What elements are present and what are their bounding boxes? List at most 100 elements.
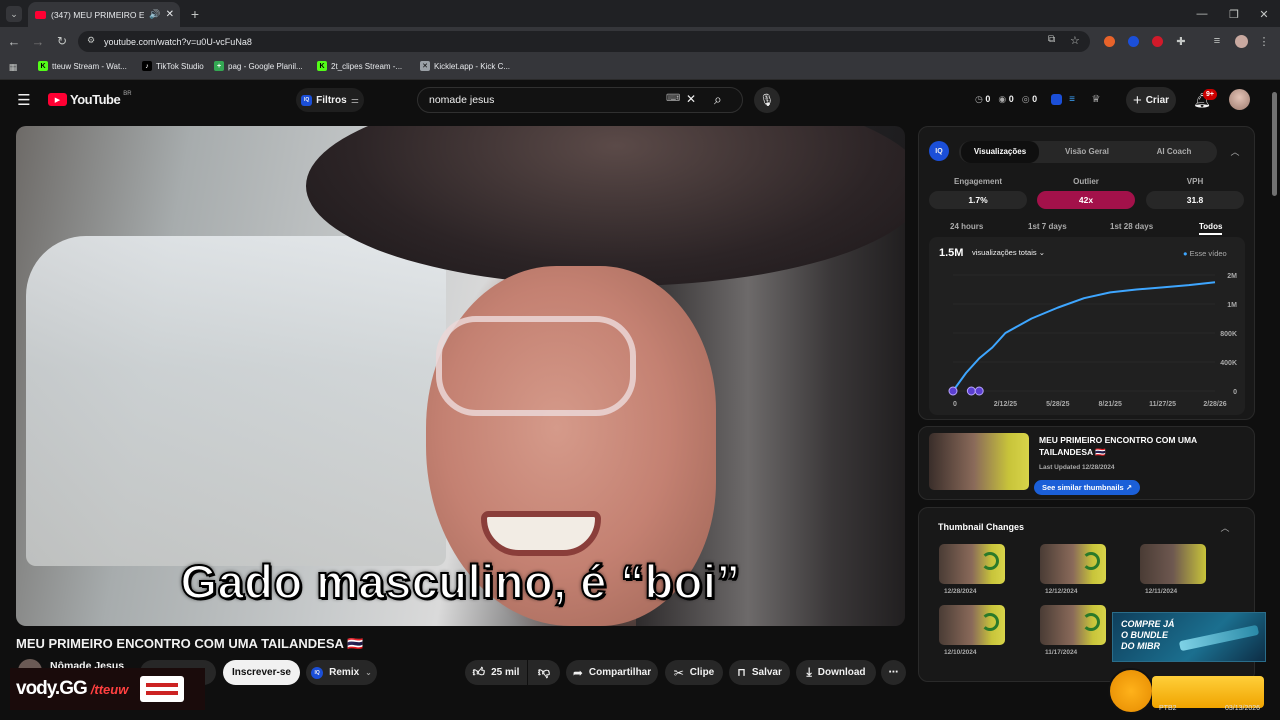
- video-player[interactable]: Gado masculino, é “boi”: [16, 126, 905, 626]
- rifle-graphic-icon: [1178, 624, 1260, 652]
- remix-button[interactable]: IQ Remix ⌄: [306, 660, 377, 685]
- search-query: nomade jesus: [429, 94, 495, 106]
- collapse-chevron-icon[interactable]: ︿: [1219, 521, 1231, 533]
- x-tick-label: 2/12/25: [994, 401, 1017, 408]
- clear-search-icon[interactable]: ✕: [686, 92, 696, 106]
- series-line-esse-video: [952, 281, 1216, 392]
- minimize-icon[interactable]: —: [1193, 6, 1211, 22]
- thumbs-down-icon: 👎︎: [537, 665, 551, 679]
- video-title: MEU PRIMEIRO ENCONTRO COM UMA TAILANDESA…: [16, 636, 364, 651]
- trophy-icon[interactable]: ♕: [1090, 93, 1102, 105]
- eye-icon: ◉: [998, 94, 1007, 104]
- arrow-icon: [981, 552, 999, 570]
- chevron-down-icon: ⌄: [365, 668, 372, 677]
- scrollbar-thumb[interactable]: [1272, 92, 1277, 196]
- card-video-title: MEU PRIMEIRO ENCONTRO COM UMA TAILANDESA…: [1039, 435, 1197, 457]
- clock-counter[interactable]: ◷ 0: [975, 94, 990, 105]
- clip-button[interactable]: ✂ Clipe: [665, 660, 723, 685]
- close-window-icon[interactable]: ✕: [1255, 6, 1273, 22]
- user-avatar[interactable]: [1229, 89, 1250, 110]
- audio-icon[interactable]: 🔊: [149, 9, 160, 20]
- thumbnail-version[interactable]: [1040, 544, 1106, 584]
- dislike-button[interactable]: 👎︎: [528, 660, 560, 685]
- tab-search-icon[interactable]: ⌄: [6, 6, 22, 22]
- search-icon[interactable]: ⌕: [714, 91, 722, 108]
- chart-event-marker: [948, 386, 958, 396]
- tab-overview[interactable]: Visão Geral: [1047, 141, 1127, 163]
- youtube-play-icon: ▶: [48, 93, 67, 106]
- range-all[interactable]: Todos: [1199, 222, 1223, 235]
- tab-active[interactable]: (347) MEU PRIMEIRO ENCO 🔊 ✕: [28, 2, 180, 27]
- profile-avatar[interactable]: [1235, 35, 1248, 48]
- filters-button[interactable]: IQ Filtros ⚌: [296, 88, 364, 112]
- tab-ai-coach[interactable]: AI Coach: [1134, 141, 1214, 163]
- vph-label: VPH: [1186, 177, 1204, 186]
- bookmark-item[interactable]: K tteuw Stream - Wat...: [38, 61, 127, 71]
- bookmark-item[interactable]: + pag - Google Planil...: [214, 61, 303, 71]
- extension-3-icon[interactable]: [1152, 36, 1163, 47]
- bookmark-item[interactable]: K 2t_clipes Stream -...: [317, 61, 402, 71]
- create-button[interactable]: + Criar: [1126, 87, 1176, 113]
- youtube-logo[interactable]: ▶ YouTube BR: [48, 91, 132, 107]
- notification-badge: 9+: [1203, 89, 1217, 100]
- hamburger-menu-icon[interactable]: ☰: [16, 92, 32, 109]
- range-24h[interactable]: 24 hours: [950, 222, 983, 231]
- vidiq-extension-icon[interactable]: [1128, 36, 1139, 47]
- vidiq-header-icon[interactable]: [1051, 94, 1062, 105]
- range-7d[interactable]: 1st 7 days: [1028, 222, 1067, 231]
- thumbnail-version[interactable]: [939, 544, 1005, 584]
- restore-icon[interactable]: ❐: [1225, 6, 1243, 22]
- subscribe-button[interactable]: Inscrever-se: [223, 660, 300, 685]
- site-info-icon[interactable]: ⚙: [87, 35, 95, 46]
- voice-search-icon[interactable]: 🎙: [754, 87, 780, 113]
- download-button[interactable]: ⤓ Download: [796, 660, 876, 685]
- video-frame-smile: [481, 511, 601, 556]
- clock-icon: ◷: [975, 94, 983, 104]
- search-input[interactable]: nomade jesus ⌨ ✕ ⌕: [417, 87, 743, 113]
- share-button[interactable]: ➦ Compartilhar: [566, 660, 658, 685]
- sliders-icon: ⚌: [350, 94, 359, 105]
- thumbnail-version[interactable]: [1140, 544, 1206, 584]
- back-icon[interactable]: ←: [6, 33, 22, 49]
- thumbnail-version[interactable]: [1040, 605, 1106, 645]
- views-counter[interactable]: ◎ 0: [1022, 94, 1037, 105]
- extensions-puzzle-icon[interactable]: ✚: [1174, 34, 1188, 48]
- bookmark-item[interactable]: ✕ Kicklet.app - Kick C...: [420, 61, 510, 71]
- media-controls-icon[interactable]: ≡: [1210, 34, 1224, 48]
- eye-counter[interactable]: ◉ 0: [998, 94, 1013, 105]
- outlier-label: Outlier: [1073, 177, 1099, 186]
- taskbar-date: 03/13/2026: [1225, 705, 1261, 712]
- taskbar-lang: PTB2: [1159, 705, 1177, 712]
- collapse-chevron-icon[interactable]: ︿: [1229, 145, 1241, 157]
- bookmark-item[interactable]: ♪ TikTok Studio: [142, 61, 204, 71]
- bookmark-star-icon[interactable]: ☆: [1070, 34, 1080, 47]
- vidiq-tabs: Visualizações Visão Geral AI Coach: [959, 141, 1217, 163]
- tab-views[interactable]: Visualizações: [961, 141, 1039, 163]
- tab-close-icon[interactable]: ✕: [166, 9, 174, 20]
- kick-icon: K: [317, 61, 327, 71]
- forward-icon[interactable]: →: [30, 33, 46, 49]
- see-similar-button[interactable]: See similar thumbnails ↗: [1034, 480, 1141, 495]
- chart-event-marker: [966, 386, 976, 396]
- new-tab-icon[interactable]: +: [187, 6, 203, 22]
- apps-grid-icon[interactable]: ▦: [7, 61, 19, 73]
- like-button[interactable]: 👍︎ 25 mil: [465, 660, 527, 685]
- save-button[interactable]: ⊓ Salvar: [729, 660, 790, 685]
- chrome-menu-icon[interactable]: ⋮: [1258, 34, 1270, 48]
- thumbnail-version[interactable]: [939, 605, 1005, 645]
- engagement-label: Engagement: [953, 177, 1002, 186]
- x-tick-label: 5/28/25: [1046, 401, 1069, 408]
- install-icon[interactable]: ⧉: [1048, 34, 1055, 45]
- extension-1-icon[interactable]: [1104, 36, 1115, 47]
- keyboard-icon[interactable]: ⌨: [666, 93, 680, 104]
- reload-icon[interactable]: ↻: [54, 33, 70, 49]
- target-icon: ◎: [1021, 94, 1030, 104]
- more-actions-button[interactable]: ⋯: [881, 660, 906, 685]
- last-updated: Last Updated 12/28/2024: [1039, 464, 1115, 471]
- list-icon[interactable]: ≡: [1066, 93, 1078, 105]
- outlier-value: 42x: [1037, 191, 1135, 209]
- tiktok-icon: ♪: [142, 61, 152, 71]
- address-bar[interactable]: ⚙ youtube.com/watch?v=u0U-vcFuNa8 ⧉ ☆: [78, 31, 1090, 52]
- range-28d[interactable]: 1st 28 days: [1110, 222, 1153, 231]
- video-thumbnail[interactable]: [929, 433, 1029, 490]
